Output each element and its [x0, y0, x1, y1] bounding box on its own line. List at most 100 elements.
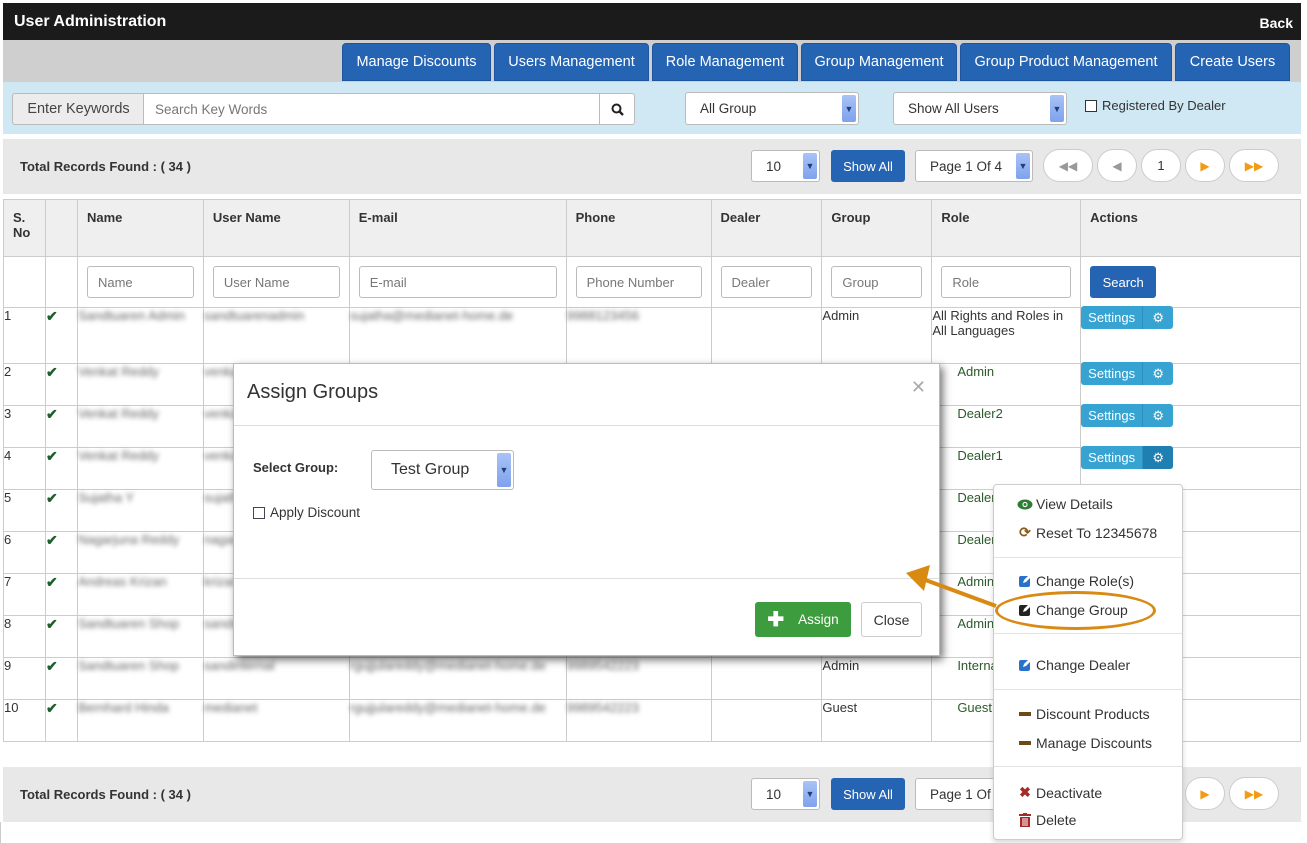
- close-icon[interactable]: ✕: [911, 377, 926, 398]
- back-link[interactable]: Back: [1260, 15, 1293, 31]
- keyword-search-input[interactable]: [143, 93, 600, 125]
- registered-by-dealer-checkbox[interactable]: Registered By Dealer: [1085, 98, 1226, 113]
- last-page-button[interactable]: ▶▶: [1229, 149, 1279, 182]
- gear-icon[interactable]: ⚙: [1143, 306, 1173, 329]
- current-page-button[interactable]: 1: [1141, 149, 1181, 182]
- edit-icon: [1016, 658, 1034, 672]
- page-select-value: Page 1 Of 4: [930, 158, 1003, 174]
- assign-button[interactable]: ✚ Assign: [755, 602, 851, 637]
- search-button[interactable]: [599, 93, 635, 125]
- nav-group-management-button[interactable]: Group Management: [801, 43, 957, 81]
- show-all-button[interactable]: Show All: [831, 150, 905, 182]
- name-cell: Bernhard Hinda: [77, 700, 170, 715]
- role-cell: Admin: [957, 616, 995, 631]
- first-page-button[interactable]: ◀◀: [1043, 149, 1093, 182]
- role-cell: Dealer1: [957, 448, 1003, 463]
- apply-discount-checkbox[interactable]: Apply Discount: [253, 505, 360, 520]
- actions-menu: View Details ⟳ Reset To 12345678 Change …: [993, 484, 1183, 840]
- name-cell: Venkat Reddy: [77, 406, 159, 421]
- nav-users-management-button[interactable]: Users Management: [494, 43, 649, 81]
- page-size-select[interactable]: 10 ▼: [751, 150, 820, 182]
- group-filter-select[interactable]: All Group ▼: [685, 92, 859, 125]
- filter-name-input[interactable]: [86, 266, 194, 298]
- name-cell: Sandtuaren Admin: [77, 308, 185, 323]
- user-filter-value: Show All Users: [908, 101, 999, 116]
- checkbox-icon[interactable]: [1085, 99, 1097, 112]
- next-page-button[interactable]: ▶: [1185, 149, 1225, 182]
- group-cell: Guest: [822, 700, 858, 715]
- menu-item-discount-products[interactable]: Discount Products: [1016, 706, 1150, 722]
- name-cell: Venkat Reddy: [77, 448, 159, 463]
- filter-dealer-input[interactable]: [720, 266, 813, 298]
- menu-item-manage-discounts[interactable]: Manage Discounts: [1016, 735, 1152, 751]
- active-check-icon: ✔: [45, 616, 58, 632]
- filter-group-input[interactable]: [831, 266, 923, 298]
- next-page-button-bottom[interactable]: ▶: [1185, 777, 1225, 810]
- minus-icon: [1016, 741, 1034, 745]
- nav-bar: Manage Discounts Users Management Role M…: [3, 40, 1301, 82]
- col-group: Group: [821, 199, 933, 257]
- minus-icon: [1016, 712, 1034, 716]
- filter-search-button[interactable]: Search: [1090, 266, 1157, 298]
- first-page-icon: ◀◀: [1058, 158, 1078, 173]
- assign-label: Assign: [798, 612, 839, 627]
- sno-cell: 2: [4, 364, 12, 379]
- filter-username-input[interactable]: [212, 266, 340, 298]
- total-records: Total Records Found : ( 34 ): [20, 159, 191, 174]
- menu-item-change-roles[interactable]: Change Role(s): [1016, 573, 1134, 589]
- menu-item-delete[interactable]: Delete: [1016, 812, 1076, 828]
- sno-cell: 3: [4, 406, 12, 421]
- nav-role-management-button[interactable]: Role Management: [652, 43, 798, 81]
- nav-group-product-management-button[interactable]: Group Product Management: [960, 43, 1172, 81]
- next-page-icon: ▶: [1200, 786, 1210, 801]
- checkbox-icon[interactable]: [253, 506, 265, 519]
- chevron-down-icon: ▼: [803, 781, 817, 807]
- show-all-button-bottom[interactable]: Show All: [831, 778, 905, 810]
- role-cell: Dealer: [957, 490, 996, 505]
- page-size-value: 10: [766, 158, 782, 174]
- menu-item-reset-password[interactable]: ⟳ Reset To 12345678: [1016, 524, 1157, 541]
- plus-icon: ✚: [767, 609, 785, 631]
- close-button[interactable]: Close: [861, 602, 922, 637]
- menu-item-view-details[interactable]: View Details: [1016, 496, 1113, 512]
- menu-item-deactivate[interactable]: ✖ Deactivate: [1016, 784, 1102, 801]
- menu-item-change-group[interactable]: Change Group: [1016, 602, 1128, 618]
- name-cell: Sujatha Y: [77, 490, 135, 505]
- col-email: E-mail: [348, 199, 567, 257]
- filter-role-input[interactable]: [941, 266, 1072, 298]
- active-check-icon: ✔: [45, 448, 58, 464]
- active-check-icon: ✔: [45, 406, 58, 422]
- menu-item-change-dealer[interactable]: Change Dealer: [1016, 657, 1130, 673]
- phone-cell: 9989542223: [566, 700, 639, 715]
- prev-page-button[interactable]: ◀: [1097, 149, 1137, 182]
- nav-create-users-button[interactable]: Create Users: [1175, 43, 1290, 81]
- col-sno: S. No: [3, 199, 46, 257]
- settings-button[interactable]: Settings⚙: [1081, 446, 1174, 469]
- settings-button[interactable]: Settings⚙: [1081, 306, 1174, 329]
- role-cell: Admin: [957, 574, 995, 589]
- gear-icon[interactable]: ⚙: [1143, 404, 1173, 427]
- gear-icon[interactable]: ⚙: [1143, 446, 1174, 469]
- settings-button[interactable]: Settings⚙: [1081, 404, 1174, 427]
- modal-title: Assign Groups: [247, 381, 379, 403]
- divider: [994, 766, 1182, 767]
- page-select[interactable]: Page 1 Of 4 ▼: [915, 150, 1033, 182]
- gear-icon[interactable]: ⚙: [1143, 362, 1173, 385]
- filter-email-input[interactable]: [358, 266, 557, 298]
- phone-cell: 9988123456: [566, 308, 639, 323]
- last-page-button-bottom[interactable]: ▶▶: [1229, 777, 1279, 810]
- settings-button[interactable]: Settings⚙: [1081, 362, 1174, 385]
- email-cell: rgujjulareddy@medianet-home.de: [349, 700, 546, 715]
- apply-discount-label: Apply Discount: [270, 505, 361, 520]
- col-name: Name: [76, 199, 204, 257]
- nav-manage-discounts-button[interactable]: Manage Discounts: [342, 43, 491, 81]
- divider: [234, 578, 939, 579]
- filter-phone-input[interactable]: [575, 266, 702, 298]
- edit-icon: [1016, 603, 1034, 617]
- filter-row: Search: [3, 256, 1301, 308]
- user-filter-select[interactable]: Show All Users ▼: [893, 92, 1067, 125]
- group-select-value: Test Group: [391, 461, 470, 478]
- group-select[interactable]: Test Group ▼: [371, 450, 514, 490]
- group-filter-value: All Group: [700, 101, 757, 116]
- page-size-select-bottom[interactable]: 10 ▼: [751, 778, 820, 810]
